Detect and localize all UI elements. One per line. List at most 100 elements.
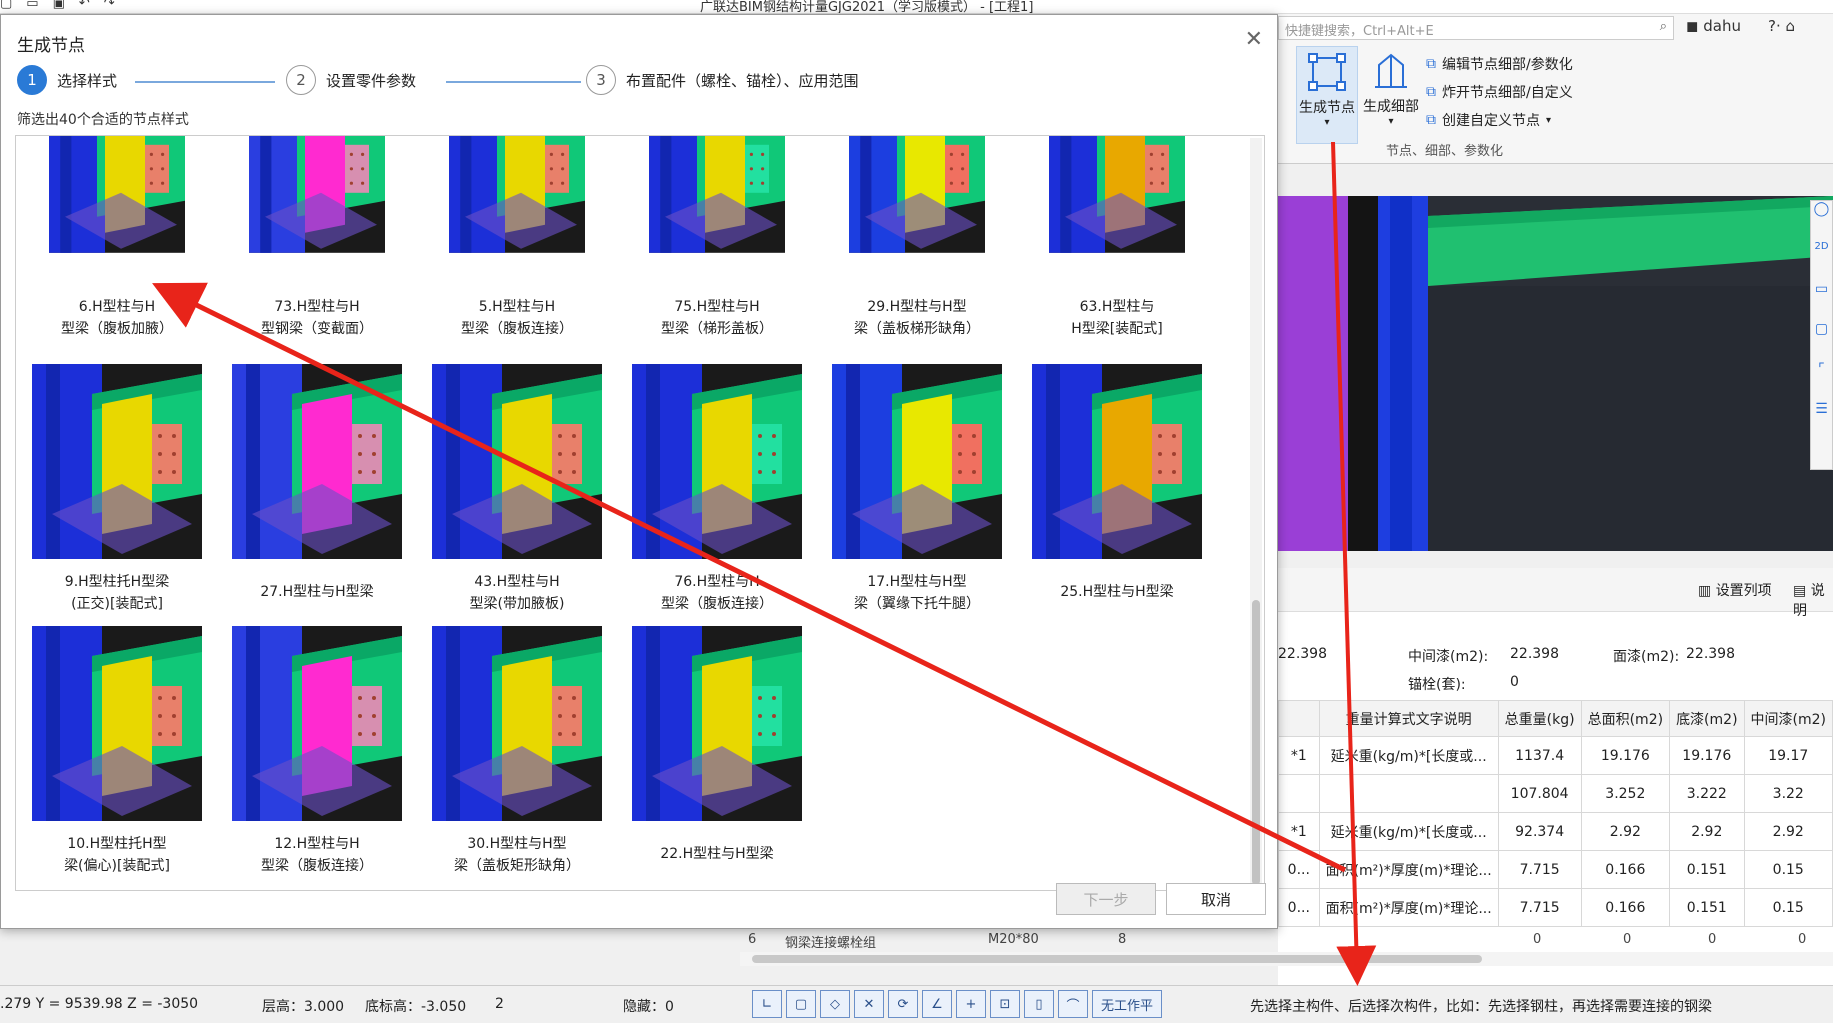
2d-view-icon[interactable]: 2D <box>1811 241 1832 281</box>
caption-line-1: 30.H型柱与H型 <box>467 836 567 852</box>
table-row[interactable]: *1 延米重(kg/m)*[长度或... 92.374 2.92 2.92 2.… <box>1278 812 1833 851</box>
step-2[interactable]: 2 设置零件参数 <box>286 65 416 95</box>
snap-plus-icon[interactable]: + <box>956 990 986 1018</box>
set-columns-button[interactable]: ▥ 设置列项 <box>1698 580 1772 600</box>
col-header[interactable]: 总重量(kg) <box>1497 700 1582 737</box>
generate-detail-label: 生成细部 <box>1363 99 1419 115</box>
help-area[interactable]: ?· ⌂ <box>1768 17 1795 35</box>
edit-node-button[interactable]: ⧉ 编辑节点细部/参数化 <box>1426 52 1573 76</box>
fit-view-icon[interactable]: ▢ <box>1811 321 1832 361</box>
node-style-card[interactable]: 12.H型柱与H 型梁（腹板连接） <box>232 626 402 877</box>
table-cell: 0.166 <box>1580 850 1671 889</box>
status-bar: .279 Y = 9539.98 Z = -3050 层高：3.000 底标高：… <box>0 985 1833 1023</box>
node-style-caption: 29.H型柱与H型 梁（盖板梯形缺角） <box>817 296 1017 340</box>
3d-view-icon[interactable]: ▭ <box>1811 281 1832 321</box>
caption-line-1: 43.H型柱与H <box>474 574 560 590</box>
explode-node-button[interactable]: ⧉ 炸开节点细部/自定义 <box>1426 80 1573 104</box>
viewport-toolbar[interactable]: ◯ 2D ▭ ▢ ⌜ ☰ <box>1810 200 1833 470</box>
node-style-card[interactable]: 17.H型柱与H型 梁（翼缘下托牛腿） <box>832 364 1002 615</box>
node-style-card[interactable]: 9.H型柱托H型梁 (正交)[装配式] <box>32 364 202 615</box>
3d-viewport[interactable] <box>1278 196 1833 551</box>
node-thumbnail <box>232 626 402 821</box>
col-header[interactable]: 重量计算式文字说明 <box>1318 700 1499 737</box>
step-3[interactable]: 3 布置配件（螺栓、锚栓）、应用范围 <box>586 65 859 95</box>
col-header[interactable]: 底漆(m2) <box>1669 700 1745 737</box>
help-icon[interactable]: ?· <box>1768 17 1781 35</box>
select-icon[interactable]: ⌜ <box>1811 361 1832 401</box>
rect-select-icon[interactable]: ▢ <box>786 990 816 1018</box>
table-cell: 2.92 <box>1580 812 1671 851</box>
properties-panel: ▥ 设置列项 ▤ 说明 22.398 中间漆(m2): 22.398 面漆(m2… <box>1278 568 1833 988</box>
open-folder-icon[interactable]: ▭ <box>26 0 38 11</box>
cancel-button[interactable]: 取消 <box>1166 883 1266 915</box>
list-icon[interactable]: ☰ <box>1811 401 1832 441</box>
node-style-caption: 75.H型柱与H 型梁（梯形盖板） <box>617 296 817 340</box>
step-1[interactable]: 1 选择样式 <box>17 65 117 95</box>
save-icon[interactable]: ▣ <box>53 0 65 11</box>
new-file-icon[interactable]: ▢ <box>0 0 12 11</box>
node-style-card[interactable]: 43.H型柱与H 型梁(带加腋板) <box>432 364 602 615</box>
table-cell: 延米重(kg/m)*[长度或... <box>1318 812 1499 851</box>
frame-icon[interactable]: ⊡ <box>990 990 1020 1018</box>
node-style-card[interactable]: 27.H型柱与H型梁 <box>232 364 402 603</box>
node-style-card[interactable]: 25.H型柱与H型梁 <box>1032 364 1202 603</box>
table-row[interactable]: *1 延米重(kg/m)*[长度或... 1137.4 19.176 19.17… <box>1278 736 1833 775</box>
node-style-caption: 76.H型柱与H 型梁（腹板连接） <box>617 571 817 615</box>
node-style-card[interactable]: 73.H型柱与H 型钢梁（变截面） <box>232 136 402 340</box>
column-icon[interactable]: ▯ <box>1024 990 1054 1018</box>
create-node-button[interactable]: ⧉ 创建自定义节点 ▾ <box>1426 108 1551 132</box>
skin-icon[interactable]: ⌂ <box>1786 17 1796 35</box>
row-val: 0 <box>1798 932 1807 947</box>
node-style-caption: 10.H型柱托H型 梁(偏心)[装配式] <box>17 833 217 877</box>
node-style-card[interactable]: 5.H型柱与H 型梁（腹板连接） <box>432 136 602 340</box>
node-thumbnail <box>32 626 202 821</box>
undo-icon[interactable]: ↶ <box>79 0 90 11</box>
step-label: 设置零件参数 <box>326 71 417 90</box>
shortcut-search-input[interactable]: 快捷键搜索，Ctrl+Alt+E ⌕ <box>1278 16 1674 40</box>
grid-vertical-scrollbar[interactable] <box>1250 138 1262 888</box>
caption-line-2: 型梁（腹板连接） <box>261 858 373 874</box>
caption-line-2: 型梁(带加腋板) <box>469 596 565 612</box>
caption-line-1: 63.H型柱与 <box>1079 299 1155 315</box>
node-thumbnail <box>432 626 602 821</box>
generate-detail-icon <box>1360 46 1422 96</box>
angle-icon[interactable]: ∠ <box>922 990 952 1018</box>
redo-icon[interactable]: ↷ <box>104 0 115 11</box>
scroll-thumb[interactable] <box>752 955 1482 963</box>
node-style-card[interactable]: 75.H型柱与H 型梁（梯形盖板） <box>632 136 802 340</box>
table-row[interactable]: 0... 面积(m²)*厚度(m)*理论... 7.715 0.166 0.15… <box>1278 888 1833 927</box>
col-header[interactable]: 总面积(m2) <box>1580 700 1671 737</box>
table-cell: 3.252 <box>1580 774 1671 813</box>
ortho-icon[interactable]: ∟ <box>752 990 782 1018</box>
col-header[interactable] <box>1278 700 1320 737</box>
step-number: 2 <box>286 65 316 95</box>
close-icon[interactable]: ✕ <box>1245 27 1263 52</box>
next-button[interactable]: 下一步 <box>1056 883 1156 915</box>
node-style-card[interactable]: 76.H型柱与H 型梁（腹板连接） <box>632 364 802 615</box>
cross-icon[interactable]: ✕ <box>854 990 884 1018</box>
explain-button[interactable]: ▤ 说明 <box>1793 580 1833 620</box>
table-row[interactable]: 107.804 3.252 3.222 3.22 <box>1278 774 1833 813</box>
row-spec: M20*80 <box>988 932 1039 947</box>
node-style-card[interactable]: 22.H型柱与H型梁 <box>632 626 802 865</box>
view-cube-icon[interactable]: ◯ <box>1811 201 1832 241</box>
scroll-thumb[interactable] <box>1252 600 1260 885</box>
node-style-card[interactable]: 30.H型柱与H型 梁（盖板矩形缺角） <box>432 626 602 877</box>
node-style-card[interactable]: 63.H型柱与 H型梁[装配式] <box>1032 136 1202 340</box>
node-thumbnail <box>632 364 802 559</box>
rotate-icon[interactable]: ⟳ <box>888 990 918 1018</box>
generate-node-button[interactable]: 生成节点 ▾ <box>1296 46 1358 144</box>
generate-detail-button[interactable]: 生成细部 ▾ <box>1360 46 1422 144</box>
mid-paint-label: 中间漆(m2): <box>1408 649 1489 665</box>
node-style-caption: 63.H型柱与 H型梁[装配式] <box>1017 296 1217 340</box>
work-plane-dropdown[interactable]: 无工作平 <box>1092 990 1162 1018</box>
user-account[interactable]: ◼ dahu <box>1686 17 1741 35</box>
node-style-card[interactable]: 6.H型柱与H 型梁（腹板加腋） <box>32 136 202 340</box>
arc-icon[interactable]: ⌒ <box>1058 990 1088 1018</box>
node-style-card[interactable]: 10.H型柱托H型 梁(偏心)[装配式] <box>32 626 202 877</box>
col-header[interactable]: 中间漆(m2) <box>1743 700 1833 737</box>
cube-view-icon[interactable]: ◇ <box>820 990 850 1018</box>
node-style-card[interactable]: 29.H型柱与H型 梁（盖板梯形缺角） <box>832 136 1002 340</box>
table-row[interactable]: 0... 面积(m²)*厚度(m)*理论... 7.715 0.166 0.15… <box>1278 850 1833 889</box>
horizontal-scrollbar[interactable] <box>740 952 1833 966</box>
